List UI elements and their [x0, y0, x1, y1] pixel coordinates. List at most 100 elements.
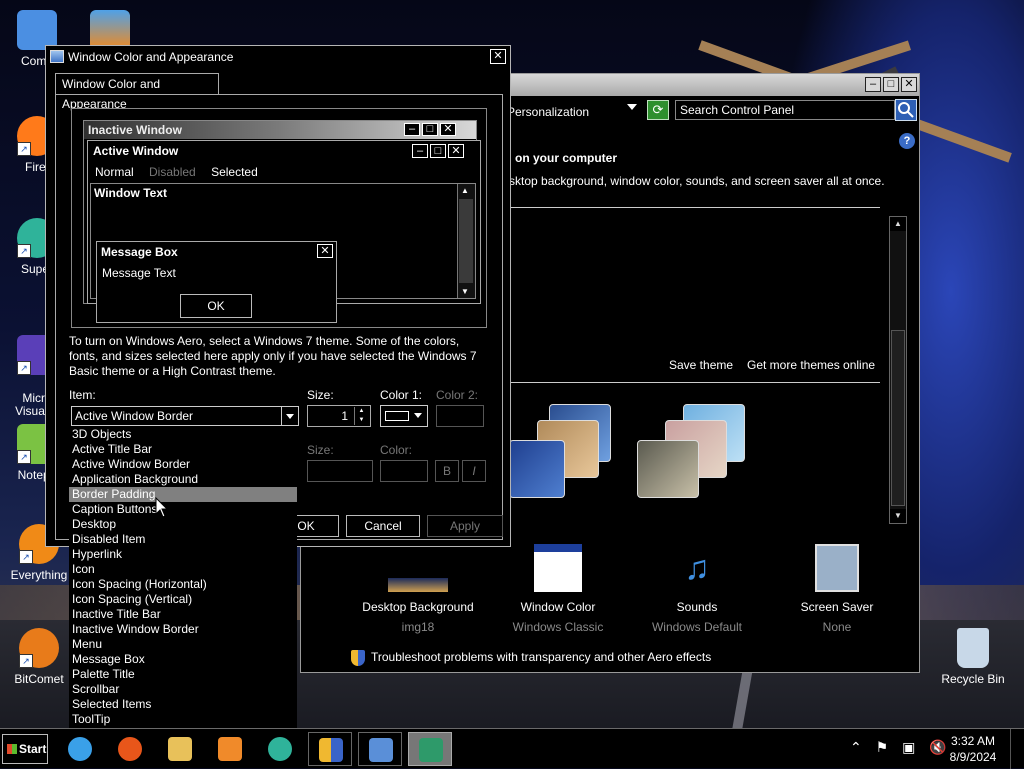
item-option[interactable]: Active Window Border [69, 457, 297, 472]
taskbar-security[interactable] [308, 732, 352, 766]
spin-arrows-icon[interactable]: ▲ ▼ [354, 407, 368, 425]
scroll-up-arrow-icon: ▲ [461, 186, 469, 195]
dialog-close-button[interactable]: ✕ [490, 49, 506, 64]
search-button[interactable] [895, 99, 917, 121]
page-heading: on your computer [515, 151, 618, 165]
item-option[interactable]: Hyperlink [69, 547, 297, 562]
item-option[interactable]: Icon Spacing (Horizontal) [69, 577, 297, 592]
window-color-item[interactable]: Window Color Windows Classic [493, 544, 623, 634]
preview-menu-disabled[interactable]: Disabled [149, 165, 196, 179]
taskbar: Start ⌃ ⚑ ▣ 🔇 3:32 AM 8/9/2024 [0, 728, 1024, 769]
scroll-down-arrow-icon[interactable]: ▼ [890, 509, 906, 523]
chevron-down-icon[interactable] [410, 406, 427, 426]
dialog-titlebar[interactable]: Window Color and Appearance ✕ [46, 46, 510, 68]
bitcomet-icon: ↗ [19, 628, 59, 668]
item-option[interactable]: 3D Objects [69, 427, 297, 442]
taskbar-ie[interactable] [58, 732, 102, 766]
italic-button[interactable]: I [462, 460, 486, 482]
taskbar-control-panel[interactable] [358, 732, 402, 766]
item-option[interactable]: Icon Spacing (Vertical) [69, 592, 297, 607]
taskbar-explorer[interactable] [158, 732, 202, 766]
item-dropdown-list[interactable]: 3D Objects Active Title Bar Active Window … [69, 427, 297, 743]
clock[interactable]: 3:32 AM 8/9/2024 [944, 733, 1002, 765]
address-bar[interactable]: Personalization [507, 100, 637, 124]
item-option[interactable]: Scrollbar [69, 682, 297, 697]
font-size-label: Size: [307, 443, 334, 457]
preview-menu-selected[interactable]: Selected [211, 165, 258, 179]
size-spinner[interactable]: 1 ▲ ▼ [307, 405, 371, 427]
item-option[interactable]: Application Background [69, 472, 297, 487]
display-settings-icon [419, 738, 443, 762]
item-option[interactable]: ToolTip [69, 712, 297, 727]
item-option[interactable]: Menu [69, 637, 297, 652]
color2-picker[interactable] [436, 405, 484, 427]
shortcut-arrow-icon: ↗ [19, 654, 33, 668]
tab-window-color-appearance[interactable]: Window Color and Appearance [55, 73, 219, 111]
sounds-item[interactable]: ♫ Sounds Windows Default [632, 544, 762, 634]
divider [509, 382, 880, 383]
taskbar-firefox[interactable] [108, 732, 152, 766]
preview-window-text-area[interactable]: Window Text ▲ ▼ Message Box ✕ Message Te… [90, 183, 476, 323]
bold-button[interactable]: B [435, 460, 459, 482]
show-hidden-icons-icon[interactable]: ⌃ [850, 739, 862, 755]
appearance-preview[interactable]: Inactive Window – □ ✕ Active Window – □ … [71, 108, 487, 328]
theme-thumbnail[interactable] [509, 404, 619, 499]
preview-ok-button[interactable]: OK [180, 294, 252, 318]
color1-picker[interactable] [380, 405, 428, 427]
item-option[interactable]: Palette Title [69, 667, 297, 682]
theme-thumbnail[interactable] [637, 404, 747, 499]
taskbar-supermium[interactable] [258, 732, 302, 766]
preview-message-box[interactable]: Message Box ✕ Message Text OK [96, 241, 337, 323]
font-color-picker[interactable] [380, 460, 428, 482]
help-icon[interactable]: ? [899, 133, 915, 149]
preview-message-box-title[interactable]: Message Box [97, 242, 336, 262]
themes-scrollbar[interactable]: ▲ ▼ [889, 216, 907, 524]
preview-menu-normal[interactable]: Normal [95, 165, 134, 179]
chevron-down-icon[interactable] [281, 407, 298, 425]
item-option[interactable]: Desktop [69, 517, 297, 532]
recycle-bin-icon [957, 628, 989, 668]
desktop-icon-bitcomet[interactable]: ↗ BitComet [6, 628, 72, 686]
refresh-icon[interactable]: ⟳ [647, 100, 669, 120]
chevron-down-icon[interactable] [627, 104, 637, 110]
troubleshoot-link[interactable]: Troubleshoot problems with transparency … [351, 650, 711, 666]
shortcut-arrow-icon: ↗ [19, 550, 33, 564]
start-button[interactable]: Start [2, 734, 48, 764]
item-select[interactable]: Active Window Border [71, 406, 299, 426]
get-more-themes-link[interactable]: Get more themes online [747, 358, 875, 372]
item-option[interactable]: Active Title Bar [69, 442, 297, 457]
preview-menu-bar[interactable]: Normal Disabled Selected [95, 165, 270, 179]
search-input[interactable]: Search Control Panel [675, 100, 895, 120]
desktop-background-item[interactable]: Desktop Background img18 [353, 544, 483, 634]
search-icon [898, 102, 914, 118]
desktop-icon-recycle-bin[interactable]: Recycle Bin [940, 628, 1006, 686]
show-desktop-button[interactable] [1010, 729, 1024, 769]
screen-saver-item[interactable]: Screen Saver None [772, 544, 902, 634]
network-icon[interactable]: ▣ [902, 739, 915, 755]
scroll-up-arrow-icon[interactable]: ▲ [890, 217, 906, 231]
preview-active-window[interactable]: Active Window – □ ✕ Normal Disabled Sele… [87, 140, 481, 323]
item-option[interactable]: Disabled Item [69, 532, 297, 547]
item-option[interactable]: Selected Items [69, 697, 297, 712]
scrollbar-thumb[interactable] [891, 330, 905, 506]
minimize-icon: – [404, 123, 420, 136]
item-option[interactable]: Border Padding [69, 487, 297, 502]
item-option[interactable]: Caption Buttons [69, 502, 297, 517]
item-option[interactable]: Icon [69, 562, 297, 577]
preview-scrollbar[interactable]: ▲ ▼ [457, 184, 475, 298]
save-theme-link[interactable]: Save theme [669, 358, 733, 372]
item-option[interactable]: Message Box [69, 652, 297, 667]
item-option[interactable]: Inactive Window Border [69, 622, 297, 637]
item-option[interactable]: Inactive Title Bar [69, 607, 297, 622]
maximize-button[interactable]: □ [883, 77, 899, 92]
media-player-icon [218, 737, 242, 761]
apply-button[interactable]: Apply [427, 515, 503, 537]
taskbar-media-player[interactable] [208, 732, 252, 766]
font-size-select[interactable] [307, 460, 373, 482]
screen-saver-label: Screen Saver [800, 600, 874, 614]
action-center-flag-icon[interactable]: ⚑ [876, 739, 889, 755]
cancel-button[interactable]: Cancel [346, 515, 420, 537]
taskbar-display-settings[interactable] [408, 732, 452, 766]
minimize-button[interactable]: – [865, 77, 881, 92]
close-button[interactable]: ✕ [901, 77, 917, 92]
